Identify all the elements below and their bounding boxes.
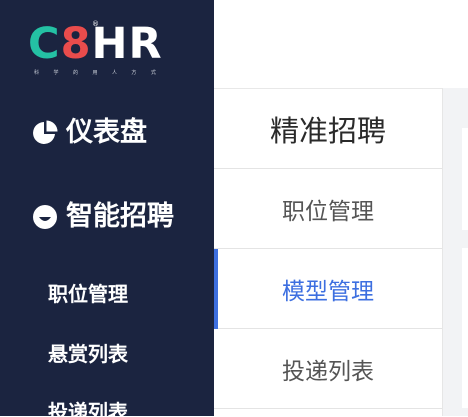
logo-hr: HR bbox=[91, 19, 163, 69]
subnav-item-delivery-list[interactable]: 投递列表 bbox=[214, 329, 442, 409]
sidebar-subitem-delivery-list[interactable]: 投递列表 bbox=[48, 400, 128, 416]
logo-slogan: 科 学 的 用 人 方 式 bbox=[34, 70, 156, 76]
top-header bbox=[214, 0, 468, 88]
logo-registered-mark: ® bbox=[92, 20, 99, 28]
sidebar-item-label: 仪表盘 bbox=[66, 117, 147, 148]
content-card bbox=[462, 248, 468, 408]
subnav-item-model-management[interactable]: 模型管理 bbox=[214, 249, 442, 329]
sidebar-subitem-reward-list[interactable]: 悬赏列表 bbox=[48, 342, 128, 366]
slogan-char: 学 bbox=[53, 70, 59, 76]
slogan-char: 人 bbox=[111, 70, 117, 76]
slogan-char: 的 bbox=[72, 70, 78, 76]
sidebar-item-dashboard[interactable]: 仪表盘 bbox=[32, 118, 147, 148]
pie-chart-icon bbox=[32, 120, 58, 146]
secondary-nav: 精准招聘 职位管理 模型管理 投递列表 bbox=[214, 88, 442, 417]
content-card bbox=[462, 128, 468, 230]
brand-logo[interactable]: C 8 HR ® 科 学 的 用 人 方 式 bbox=[28, 20, 168, 82]
sidebar-item-label: 智能招聘 bbox=[66, 201, 174, 232]
slogan-char: 式 bbox=[150, 70, 156, 76]
slogan-char: 用 bbox=[92, 70, 98, 76]
active-indicator bbox=[214, 249, 218, 329]
smile-icon bbox=[32, 204, 58, 230]
subnav-item-job-management[interactable]: 职位管理 bbox=[214, 169, 442, 249]
secondary-nav-title: 精准招聘 bbox=[214, 89, 442, 169]
logo-c: C bbox=[28, 19, 61, 69]
subnav-item-label: 模型管理 bbox=[282, 278, 374, 305]
logo-8: 8 bbox=[60, 19, 92, 69]
sidebar-item-smart-recruit[interactable]: 智能招聘 bbox=[32, 202, 174, 232]
slogan-char: 科 bbox=[34, 70, 40, 76]
sidebar: C 8 HR ® 科 学 的 用 人 方 式 仪表盘 智能招聘 职位管理 悬赏列… bbox=[0, 0, 214, 416]
sidebar-subitem-job-management[interactable]: 职位管理 bbox=[48, 282, 128, 306]
slogan-char: 方 bbox=[131, 70, 137, 76]
